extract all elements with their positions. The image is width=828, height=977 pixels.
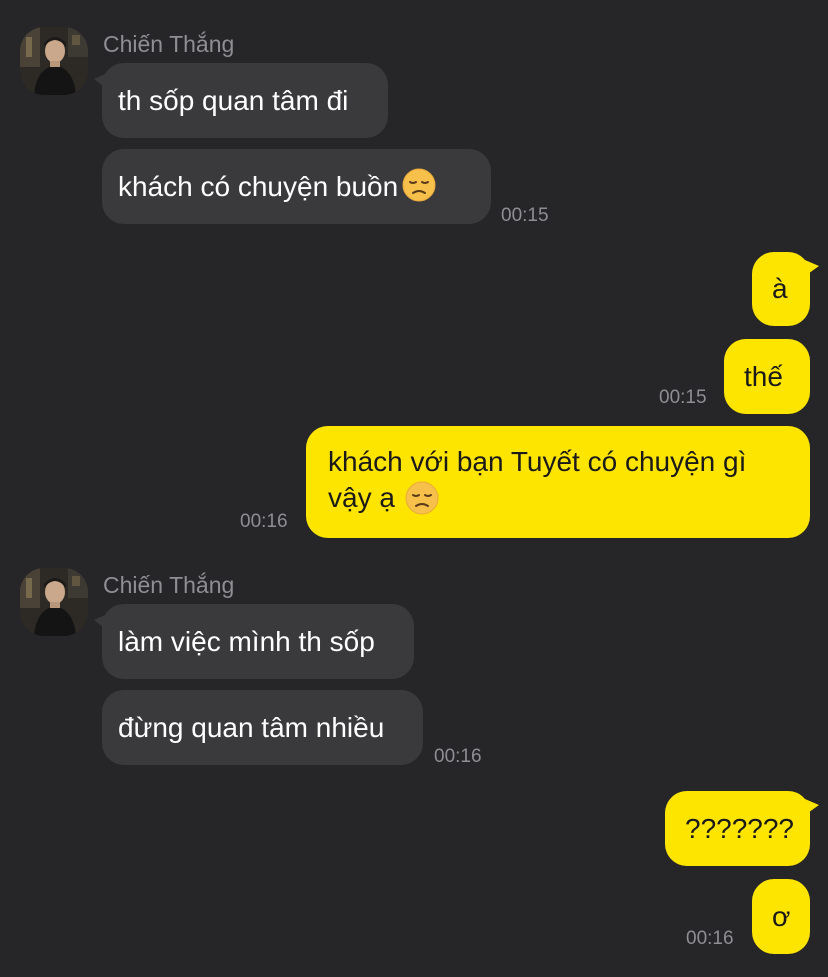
outgoing-message-bubble[interactable]: à: [752, 252, 819, 326]
message-timestamp: 00:16: [240, 511, 288, 532]
avatar-photo: [20, 568, 88, 636]
outgoing-message-bubble[interactable]: ơ: [752, 879, 810, 954]
message-timestamp: 00:15: [501, 205, 549, 226]
message-text: ơ: [772, 900, 791, 932]
message-text-line: vậy ạ: [328, 482, 395, 513]
sender-name: Chiến Thắng: [103, 31, 235, 57]
sender-avatar[interactable]: [20, 568, 88, 636]
message-text-line: khách với bạn Tuyết có chuyện gì: [328, 446, 747, 477]
message-text: khách có chuyện buồn: [118, 170, 399, 202]
sender-avatar[interactable]: [20, 27, 88, 95]
incoming-message-bubble[interactable]: th sốp quan tâm đi: [94, 63, 388, 138]
message-text: th sốp quan tâm đi: [118, 84, 349, 116]
disappointed-face-icon: [405, 481, 439, 515]
incoming-message-bubble[interactable]: làm việc mình th sốp: [94, 604, 414, 679]
message-timestamp: 00:16: [434, 746, 482, 767]
message-text: à: [772, 273, 788, 304]
outgoing-message-bubble[interactable]: ???????: [665, 791, 819, 866]
message-timestamp: 00:15: [659, 387, 707, 408]
message-timestamp: 00:16: [686, 928, 734, 949]
outgoing-message-bubble[interactable]: khách với bạn Tuyết có chuyện gì vậy ạ: [306, 426, 810, 538]
avatar-photo: [20, 27, 88, 95]
sender-name: Chiến Thắng: [103, 572, 235, 598]
incoming-message-bubble[interactable]: khách có chuyện buồn: [102, 149, 491, 224]
message-text: thế: [744, 360, 783, 392]
disappointed-face-icon: [402, 168, 436, 202]
message-text: làm việc mình th sốp: [118, 625, 375, 657]
outgoing-message-bubble[interactable]: thế: [724, 339, 810, 414]
message-text: ???????: [685, 812, 795, 844]
message-text: đừng quan tâm nhiều: [118, 711, 385, 743]
incoming-message-bubble[interactable]: đừng quan tâm nhiều: [102, 690, 423, 765]
